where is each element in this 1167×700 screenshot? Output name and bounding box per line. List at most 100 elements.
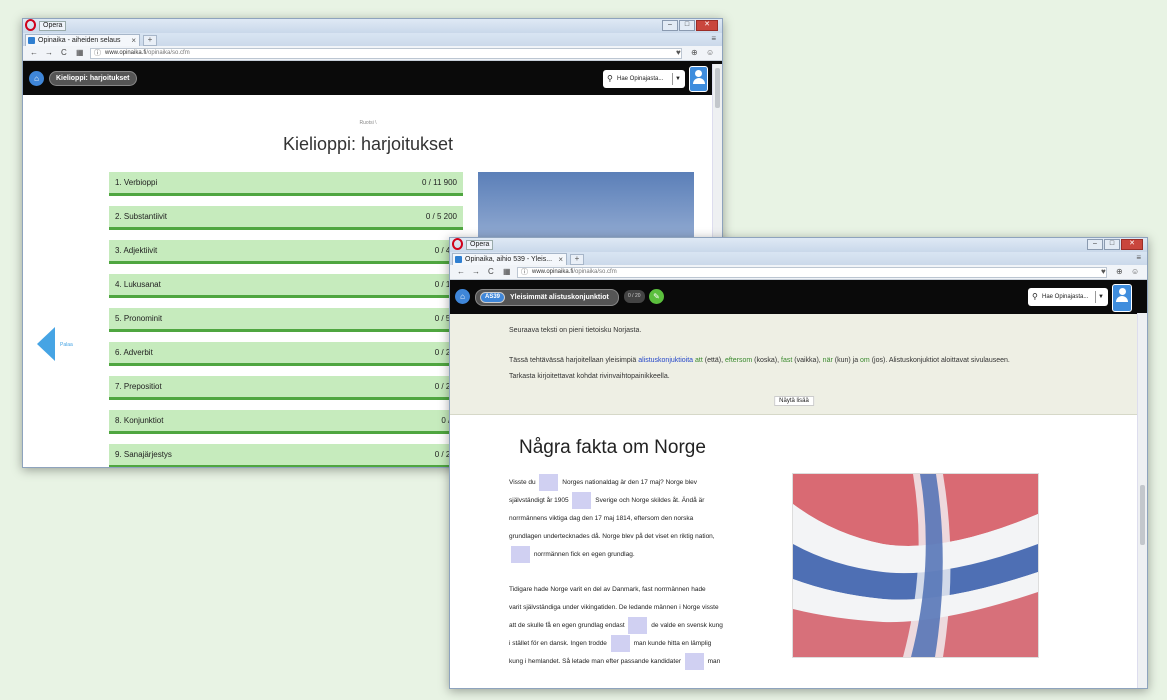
exercise-label: 7. Prepositiot xyxy=(115,382,162,391)
instructions-panel: Seuraava teksti on pieni tietoisku Norja… xyxy=(450,314,1138,415)
site-info-icon[interactable]: ⓘ xyxy=(94,49,101,58)
site-favicon-icon xyxy=(28,37,35,44)
search-dropdown[interactable]: ⚲ Hae Opinajasta... ▼ xyxy=(1028,288,1108,306)
exercise-row[interactable]: 7. Prepositiot 0 / 2 0 xyxy=(109,376,463,400)
exercise-code-badge: AS39 xyxy=(480,292,506,303)
close-window-button[interactable]: ✕ xyxy=(696,20,718,31)
reload-icon[interactable]: C xyxy=(488,267,494,276)
minimize-button[interactable]: – xyxy=(662,20,678,31)
exercise-row[interactable]: 4. Lukusanat 0 / 1 0 xyxy=(109,274,463,298)
tab-close-icon[interactable]: × xyxy=(558,254,563,265)
exercise-row[interactable]: 9. Sanajärjestys 0 / 2 1 xyxy=(109,444,463,467)
user-avatar-button[interactable] xyxy=(689,66,708,92)
home-icon[interactable]: ⌂ xyxy=(29,71,44,86)
close-window-button[interactable]: ✕ xyxy=(1121,239,1143,250)
new-tab-button[interactable]: + xyxy=(143,35,157,46)
chevron-down-icon[interactable]: ▼ xyxy=(672,73,683,85)
exercise-row[interactable]: 1. Verbioppi 0 / 11 900 xyxy=(109,172,463,196)
site-header: ⌂ Kielioppi: harjoitukset ⚲ Hae Opinajas… xyxy=(23,61,722,95)
page-title: Kielioppi: harjoitukset xyxy=(282,134,454,154)
conjunctions-link[interactable]: alistuskonjuktioita xyxy=(638,357,693,364)
reload-icon[interactable]: C xyxy=(61,48,67,57)
breadcrumb[interactable]: Ruotsi \ xyxy=(23,120,713,126)
opera-menu-button[interactable]: Opera xyxy=(466,240,494,250)
url-domain: www.opinaika.fi xyxy=(532,269,574,275)
search-placeholder: Hae Opinajasta... xyxy=(1042,294,1089,300)
tab-bar: Opinaika - aiheiden selaus × + ≡ xyxy=(23,33,722,46)
back-icon[interactable]: ← xyxy=(30,48,38,57)
tab-title: Opinaika - aiheiden selaus xyxy=(38,37,121,44)
opera-menu-button[interactable]: Opera xyxy=(39,21,67,31)
search-placeholder: Hae Opinajasta... xyxy=(617,76,664,82)
exercise-label: 3. Adjektiivit xyxy=(115,246,158,255)
exercise-label: 4. Lukusanat xyxy=(115,280,161,289)
tab-menu-icon[interactable]: ≡ xyxy=(1136,253,1141,262)
exercise-title-pill[interactable]: AS39 Yleisimmät alistuskonjunktiot xyxy=(475,289,619,306)
user-avatar-button[interactable] xyxy=(1112,284,1132,312)
download-icon[interactable]: ⊕ xyxy=(691,48,698,57)
front-browser-window: Opera – □ ✕ Opinaika, aihio 539 - Yleis.… xyxy=(449,237,1148,689)
back-icon[interactable]: ← xyxy=(457,267,465,276)
exercise-row[interactable]: 8. Konjunktiot0 / 6 xyxy=(109,410,463,434)
section-title-pill[interactable]: Kielioppi: harjoitukset xyxy=(49,71,137,86)
maximize-button[interactable]: □ xyxy=(1104,239,1120,250)
heart-icon[interactable]: ♥ xyxy=(676,48,681,57)
tab-menu-icon[interactable]: ≡ xyxy=(711,34,716,43)
exercise-label: 2. Substantiivit xyxy=(115,212,168,221)
chevron-down-icon[interactable]: ▼ xyxy=(1095,291,1106,303)
exercise-label: 6. Adverbit xyxy=(115,348,153,357)
answer-gap-1[interactable] xyxy=(539,474,559,491)
page-scrollbar[interactable] xyxy=(1137,313,1147,688)
exercise-row[interactable]: 6. Adverbit 0 / 2 0 xyxy=(109,342,463,366)
home-icon[interactable]: ⌂ xyxy=(455,289,470,304)
url-field[interactable]: ⓘ www.opinaika.fi/opinaika/so.cfm xyxy=(517,267,1107,278)
url-path: /opinaika/so.cfm xyxy=(573,269,617,275)
title-bar: Opera – □ ✕ xyxy=(450,238,1147,252)
new-tab-button[interactable]: + xyxy=(570,254,584,265)
url-path: /opinaika/so.cfm xyxy=(146,50,190,56)
minimize-button[interactable]: – xyxy=(1087,239,1103,250)
search-dropdown[interactable]: ⚲ Hae Opinajasta... ▼ xyxy=(603,70,685,88)
speed-dial-icon[interactable]: ▦ xyxy=(76,48,84,57)
tab-close-icon[interactable]: × xyxy=(131,35,136,46)
site-favicon-icon xyxy=(455,256,462,263)
norwegian-flag-image xyxy=(792,473,1039,658)
forward-icon[interactable]: → xyxy=(45,48,53,57)
answer-gap-2[interactable] xyxy=(572,492,592,510)
back-label[interactable]: Palaa xyxy=(60,342,73,348)
account-icon[interactable]: ☺ xyxy=(706,48,714,57)
show-more-button[interactable]: Näytä lisää xyxy=(774,396,814,406)
title-bar: Opera – □ ✕ xyxy=(23,19,722,33)
answer-gap-3[interactable] xyxy=(511,546,530,564)
account-icon[interactable]: ☺ xyxy=(1131,267,1139,276)
back-arrow-icon[interactable] xyxy=(37,327,55,361)
speed-dial-icon[interactable]: ▦ xyxy=(503,267,511,276)
exercise-count: 0 / 5 200 xyxy=(425,212,457,221)
tab-bar: Opinaika, aihio 539 - Yleis... × + ≡ xyxy=(450,252,1147,265)
site-header: ⌂ AS39 Yleisimmät alistuskonjunktiot 0 /… xyxy=(450,280,1147,314)
front-page-content: Seuraava teksti on pieni tietoisku Norja… xyxy=(450,314,1138,688)
search-icon: ⚲ xyxy=(607,74,613,83)
url-domain: www.opinaika.fi xyxy=(105,50,147,56)
heart-icon[interactable]: ♥ xyxy=(1101,267,1106,276)
exercise-label: 9. Sanajärjestys xyxy=(115,450,172,459)
tab-opinaika-exercise[interactable]: Opinaika, aihio 539 - Yleis... × xyxy=(452,253,567,265)
window-controls: – □ ✕ xyxy=(1087,239,1143,250)
answer-gap-4[interactable] xyxy=(628,617,648,634)
site-info-icon[interactable]: ⓘ xyxy=(521,268,528,277)
window-controls: – □ ✕ xyxy=(662,20,718,31)
tab-opinaika-browse[interactable]: Opinaika - aiheiden selaus × xyxy=(25,34,140,46)
exercise-label: 8. Konjunktiot xyxy=(115,416,164,425)
exercise-row[interactable]: 3. Adjektiivit 0 / 4 9 xyxy=(109,240,463,264)
maximize-button[interactable]: □ xyxy=(679,20,695,31)
forward-icon[interactable]: → xyxy=(472,267,480,276)
exercise-row[interactable]: 5. Pronominit 0 / 5 2 xyxy=(109,308,463,332)
exercise-row[interactable]: 2. Substantiivit 0 / 5 200 xyxy=(109,206,463,230)
answer-gap-5[interactable] xyxy=(610,635,630,653)
article-paragraph-2: Tidigare hade Norge varit en del av Danm… xyxy=(509,581,769,672)
url-field[interactable]: ⓘ www.opinaika.fi/opinaika/so.cfm xyxy=(90,48,682,59)
wrench-icon[interactable]: ✎ xyxy=(649,289,664,304)
download-icon[interactable]: ⊕ xyxy=(1116,267,1123,276)
answer-gap-6[interactable] xyxy=(684,653,704,671)
search-icon: ⚲ xyxy=(1032,292,1038,301)
